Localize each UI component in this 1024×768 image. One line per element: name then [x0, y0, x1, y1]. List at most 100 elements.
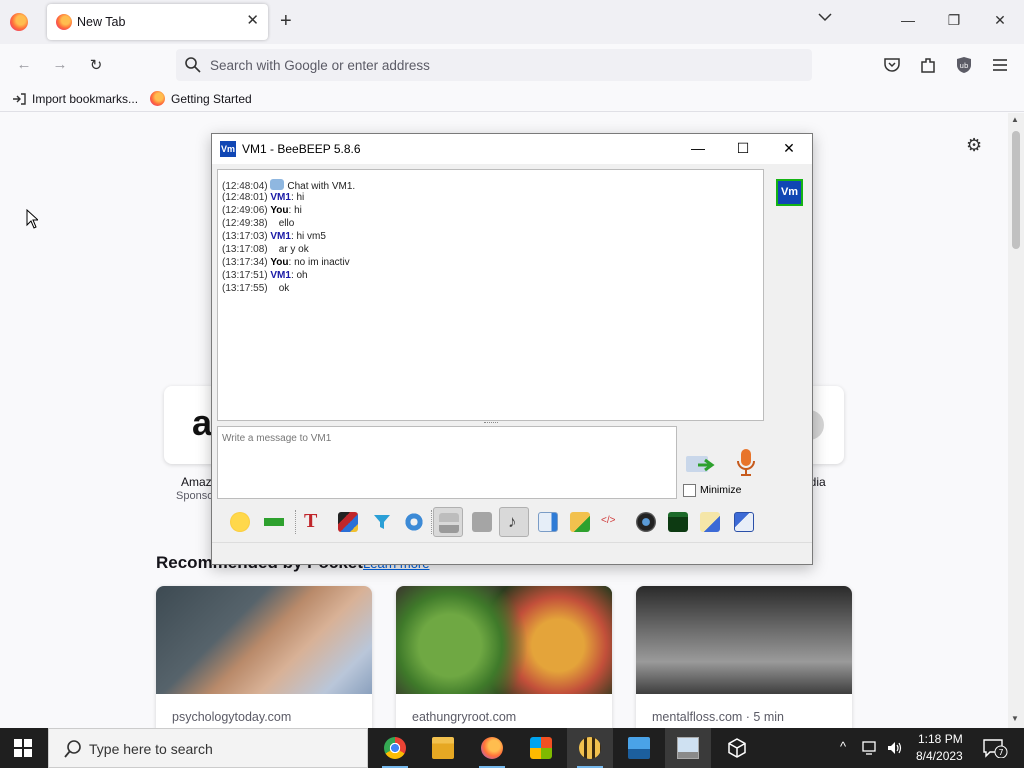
spellcheck-icon: [439, 513, 459, 533]
clear-button[interactable]: [729, 507, 759, 537]
taskbar-remote-desktop[interactable]: [665, 728, 711, 768]
bookmark-import[interactable]: Import bookmarks...: [32, 92, 138, 106]
emoticon-button[interactable]: [225, 507, 255, 537]
chat-members-panel: Vm: [768, 169, 812, 499]
gear-icon[interactable]: ⚙: [966, 135, 982, 156]
taskbar-clock-date[interactable]: 8/4/2023: [916, 749, 963, 763]
extensions-icon[interactable]: [918, 55, 938, 75]
color-button[interactable]: [333, 507, 363, 537]
autocomplete-icon: [472, 512, 492, 532]
beebeep-statusbar: [212, 542, 812, 564]
taskbar-photos[interactable]: [616, 728, 662, 768]
spellcheck-button[interactable]: [433, 507, 463, 537]
send-icon[interactable]: [684, 452, 718, 478]
taskbar-store[interactable]: [518, 728, 564, 768]
message-input[interactable]: Write a message to VM1: [217, 426, 677, 499]
beebeep-minimize-button[interactable]: —: [688, 140, 708, 156]
scroll-up-icon[interactable]: ▲: [1011, 115, 1019, 124]
network-icon[interactable]: [862, 740, 880, 756]
message-placeholder: Write a message to VM1: [222, 433, 332, 444]
windows-start-icon[interactable]: [14, 739, 32, 757]
minimize-label: Minimize: [700, 484, 742, 496]
firefox-view-icon[interactable]: [10, 13, 28, 31]
taskbar-beebeep[interactable]: [567, 728, 613, 768]
chat-timestamp: (12:48:04): [222, 181, 268, 192]
address-bar[interactable]: Search with Google or enter address: [176, 49, 812, 81]
volume-icon[interactable]: [886, 740, 904, 756]
smiley-icon: [230, 512, 250, 532]
notification-icon[interactable]: 7: [982, 738, 1008, 758]
pocket-card[interactable]: mentalfloss.com · 5 min: [636, 586, 852, 728]
cube-icon: [728, 738, 746, 758]
address-placeholder: Search with Google or enter address: [210, 58, 430, 73]
export-document-icon: [538, 512, 558, 532]
chat-splitter[interactable]: [484, 422, 498, 424]
chat-text: : hi vm5: [290, 231, 326, 242]
settings-button[interactable]: [399, 507, 429, 537]
card-image: [396, 586, 612, 694]
show-hidden-icons[interactable]: ^: [840, 739, 846, 754]
scroll-thumb[interactable]: [1012, 131, 1020, 249]
taskbar-3d-viewer[interactable]: [714, 728, 760, 768]
terminal-icon: [668, 512, 688, 532]
html-button[interactable]: </>: [597, 507, 627, 537]
camera-icon: [636, 512, 656, 532]
terminal-button[interactable]: [663, 507, 693, 537]
chat-text: : no im inactiv: [288, 257, 350, 268]
chat-history[interactable]: (12:48:04) Chat with VM1. (12:48:01) VM1:…: [217, 169, 764, 421]
top-site-label: Amaz: [181, 475, 212, 489]
reload-button[interactable]: ↻: [86, 56, 106, 74]
chat-timestamp: (13:17:34): [222, 257, 268, 268]
chat-timestamp: (12:49:38): [222, 218, 268, 229]
toolbar-separator: [431, 510, 432, 534]
code-icon: </>: [601, 515, 616, 526]
window-maximize-button[interactable]: ❐: [944, 12, 964, 29]
bee-icon: [579, 737, 601, 759]
chat-sender: VM1: [270, 231, 291, 242]
new-tab-button[interactable]: +: [280, 11, 292, 31]
chat-text: ello: [278, 218, 295, 229]
taskbar-file-explorer[interactable]: [420, 728, 466, 768]
scroll-down-icon[interactable]: ▼: [1011, 714, 1019, 723]
bookmark-getting-started[interactable]: Getting Started: [171, 92, 252, 106]
chat-text: : hi: [288, 205, 302, 216]
page-scrollbar[interactable]: ▲ ▼: [1008, 113, 1024, 728]
window-close-button[interactable]: ✕: [990, 12, 1010, 29]
chat-message: (13:17:51) VM1: oh: [222, 270, 308, 281]
save-chat-button[interactable]: [533, 507, 563, 537]
chevron-down-icon[interactable]: [817, 12, 833, 22]
edit-button[interactable]: [695, 507, 725, 537]
chat-timestamp: (13:17:51): [222, 270, 268, 281]
font-button[interactable]: T: [299, 507, 329, 537]
firefox-icon: [481, 737, 503, 759]
taskbar-search-box[interactable]: Type here to search: [48, 728, 368, 768]
menu-icon[interactable]: [990, 55, 1010, 75]
user-avatar-vm1[interactable]: Vm: [776, 179, 803, 206]
send-file-button[interactable]: [565, 507, 595, 537]
back-button[interactable]: ←: [14, 56, 34, 73]
word-completer-button[interactable]: [467, 507, 497, 537]
pocket-icon[interactable]: [882, 55, 902, 75]
beebeep-close-button[interactable]: ✕: [779, 140, 799, 157]
collapse-button[interactable]: [259, 507, 289, 537]
beebeep-titlebar[interactable]: Vm VM1 - BeeBEEP 5.8.6 — ☐ ✕: [212, 134, 812, 164]
pocket-card[interactable]: psychologytoday.com: [156, 586, 372, 728]
sound-button[interactable]: ♪: [499, 507, 529, 537]
window-minimize-button[interactable]: —: [898, 12, 918, 28]
pocket-card[interactable]: eathungryroot.com: [396, 586, 612, 728]
tab-new-tab[interactable]: New Tab ✕: [47, 4, 268, 40]
microphone-icon[interactable]: [735, 447, 757, 479]
minimize-checkbox[interactable]: [683, 484, 696, 497]
filter-button[interactable]: [367, 507, 397, 537]
forward-button[interactable]: →: [50, 56, 70, 73]
taskbar-chrome[interactable]: [372, 728, 418, 768]
tab-close-icon[interactable]: ✕: [246, 13, 259, 29]
ublock-shield-icon[interactable]: ub: [954, 55, 974, 75]
green-arrow-down-icon: [264, 512, 284, 532]
chat-message: (12:49:38) ello: [222, 218, 294, 229]
taskbar-firefox[interactable]: [469, 728, 515, 768]
screenshot-button[interactable]: [631, 507, 661, 537]
chat-message: (12:48:01) VM1: hi: [222, 192, 304, 203]
beebeep-maximize-button[interactable]: ☐: [733, 140, 753, 157]
taskbar-clock-time[interactable]: 1:18 PM: [918, 732, 963, 746]
